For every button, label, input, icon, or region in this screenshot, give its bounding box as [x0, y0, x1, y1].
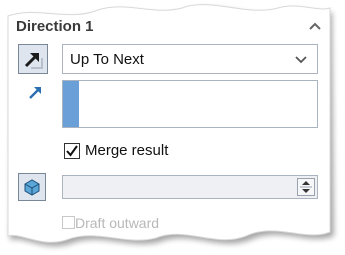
- reverse-direction-button[interactable]: [18, 44, 48, 74]
- blue-arrow-icon: [29, 87, 41, 99]
- checkmark-icon: [66, 145, 78, 157]
- solid-body-icon: [24, 179, 40, 196]
- chevron-up-icon[interactable]: [308, 20, 322, 32]
- section-title: Direction 1: [16, 18, 94, 35]
- section-header[interactable]: Direction 1: [12, 16, 330, 38]
- end-condition-value: Up To Next: [70, 51, 144, 68]
- direction-reference-field[interactable]: [62, 80, 318, 128]
- draft-outward-label: Draft outward: [75, 215, 160, 231]
- spin-arrows-icon: [300, 181, 312, 193]
- draft-outward-checkbox[interactable]: [62, 216, 75, 229]
- merge-result-checkbox[interactable]: [64, 143, 80, 159]
- depth-spinner[interactable]: [62, 175, 318, 199]
- selection-indicator: [63, 81, 79, 127]
- end-condition-dropdown[interactable]: Up To Next: [62, 44, 318, 74]
- chevron-down-icon: [295, 56, 307, 64]
- spin-button[interactable]: [297, 178, 315, 196]
- feature-scope-button[interactable]: [18, 173, 46, 201]
- merge-result-label: Merge result: [85, 142, 169, 159]
- direction-arrow-icon: [24, 52, 43, 69]
